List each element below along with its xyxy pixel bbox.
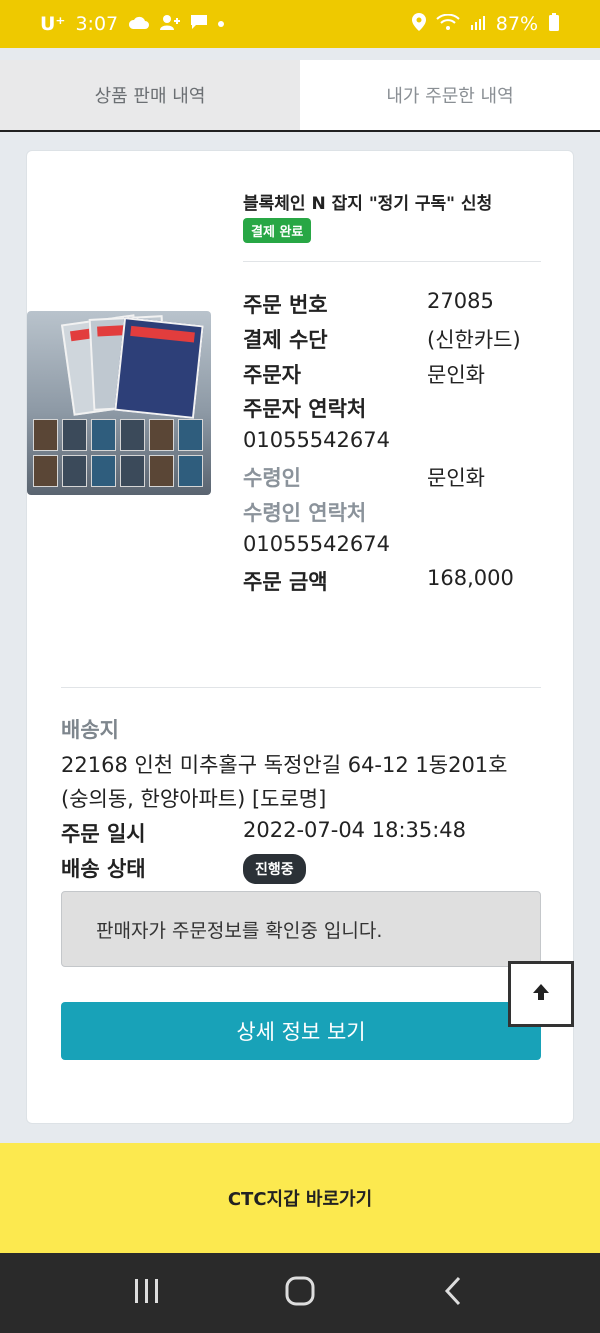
recent-apps-icon bbox=[132, 1277, 162, 1309]
tab-sales-history[interactable]: 상품 판매 내역 bbox=[0, 60, 300, 130]
order-amount-label: 주문 금액 bbox=[243, 570, 328, 594]
recipient-label: 수령인 bbox=[243, 466, 301, 490]
order-date-label: 주문 일시 bbox=[61, 822, 146, 846]
status-time: 3:07 bbox=[75, 13, 119, 35]
recipient-value: 문인화 bbox=[427, 466, 485, 490]
magazine-cover bbox=[114, 317, 204, 419]
shipping-address-line2: (숭의동, 한양아파트) [도로명] bbox=[61, 787, 327, 811]
order-card: 블록체인 N 잡지 "정기 구독" 신청 결제 완료 주문 번호 27085 결… bbox=[26, 150, 574, 1124]
product-title: 블록체인 N 잡지 "정기 구독" 신청 bbox=[243, 194, 493, 214]
home-button[interactable] bbox=[270, 1263, 330, 1323]
order-notice: 판매자가 주문정보를 확인중 입니다. bbox=[61, 891, 541, 967]
recipient-phone-value: 01055542674 bbox=[243, 532, 390, 556]
product-image bbox=[27, 311, 211, 495]
order-amount-value: 168,000 bbox=[427, 566, 514, 590]
order-date-value: 2022-07-04 18:35:48 bbox=[243, 818, 467, 842]
orderer-phone-value: 01055542674 bbox=[243, 428, 390, 452]
home-icon bbox=[284, 1275, 316, 1311]
divider bbox=[61, 687, 541, 688]
arrow-up-icon bbox=[530, 981, 552, 1007]
magazine-thumbnails bbox=[33, 419, 203, 487]
orderer-value: 문인화 bbox=[427, 363, 485, 387]
chevron-left-icon bbox=[443, 1276, 463, 1310]
divider bbox=[243, 261, 541, 262]
orderer-label: 주문자 bbox=[243, 363, 301, 387]
order-number-value: 27085 bbox=[427, 289, 494, 313]
orderer-phone-label: 주문자 연락처 bbox=[243, 397, 367, 421]
tab-my-orders[interactable]: 내가 주문한 내역 bbox=[300, 60, 600, 130]
system-navigation-bar bbox=[0, 1253, 600, 1333]
scroll-to-top-button[interactable] bbox=[508, 961, 574, 1027]
order-tabs: 상품 판매 내역 내가 주문한 내역 bbox=[0, 60, 600, 132]
carrier-label: U⁺ bbox=[40, 13, 66, 35]
delivery-status-badge: 진행중 bbox=[243, 854, 306, 884]
message-icon bbox=[190, 13, 208, 35]
wifi-icon bbox=[436, 13, 460, 35]
recipient-phone-label: 수령인 연락처 bbox=[243, 501, 367, 525]
contacts-icon bbox=[160, 13, 181, 35]
signal-icon bbox=[470, 13, 486, 35]
notification-dot-icon bbox=[218, 21, 225, 27]
shipping-address-label: 배송지 bbox=[61, 718, 119, 742]
order-number-label: 주문 번호 bbox=[243, 293, 328, 317]
cloud-icon bbox=[128, 13, 150, 35]
location-icon bbox=[411, 12, 426, 36]
recent-apps-button[interactable] bbox=[117, 1263, 177, 1323]
payment-method-value: (신한카드) bbox=[427, 328, 521, 352]
ctc-wallet-link[interactable]: CTC지갑 바로가기 bbox=[0, 1143, 600, 1253]
delivery-status-label: 배송 상태 bbox=[61, 857, 146, 881]
battery-percent: 87% bbox=[495, 13, 538, 35]
payment-status-badge: 결제 완료 bbox=[243, 218, 312, 243]
payment-method-label: 결제 수단 bbox=[243, 328, 328, 352]
status-bar: U⁺ 3:07 87% bbox=[0, 0, 600, 48]
battery-icon bbox=[548, 12, 560, 36]
shipping-address-line1: 22168 인천 미추홀구 독정안길 64-12 1동201호 bbox=[61, 753, 508, 777]
view-details-button[interactable]: 상세 정보 보기 bbox=[61, 1002, 541, 1060]
back-button[interactable] bbox=[423, 1263, 483, 1323]
